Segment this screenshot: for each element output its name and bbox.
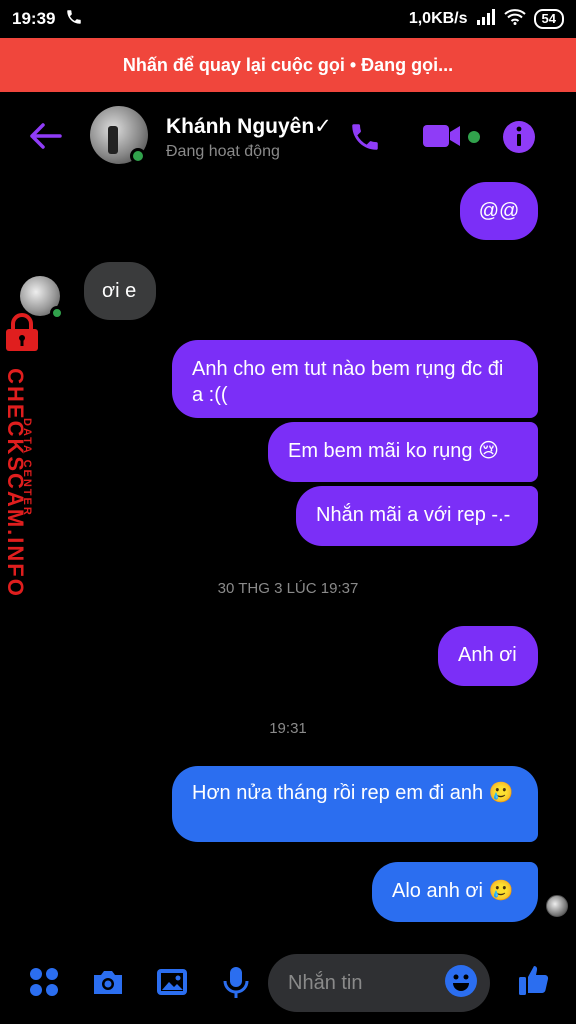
seen-avatar (546, 895, 568, 917)
message-bubble-outgoing[interactable]: Alo anh ơi 🥲 (372, 862, 538, 922)
microphone-icon[interactable] (218, 964, 254, 1000)
watermark-lock-icon (6, 313, 38, 351)
battery-indicator: 54 (533, 9, 564, 29)
message-bubble-outgoing[interactable]: Hơn nửa tháng rồi rep em đi anh 🥲 (172, 766, 538, 842)
menu-grid-icon[interactable] (26, 964, 62, 1000)
contact-active-status: Đang hoạt động (166, 143, 280, 160)
watermark-subtext: DATA CENTER (21, 418, 33, 517)
timestamp-divider: 19:31 (269, 720, 307, 737)
call-banner-text: Nhấn để quay lại cuộc gọi • Đang gọi... (122, 54, 454, 75)
conversation-header: Khánh Nguyên✓ Đang hoạt động (0, 92, 576, 180)
message-bubble-incoming[interactable]: ơi e (84, 262, 156, 320)
video-active-dot (468, 131, 480, 143)
online-indicator (130, 148, 146, 164)
gallery-icon[interactable] (154, 964, 190, 1000)
back-arrow-icon[interactable] (28, 122, 62, 150)
phone-status-icon (65, 8, 83, 31)
network-speed: 1,0KB/s (408, 10, 468, 27)
message-bubble-outgoing[interactable]: @@ (460, 182, 538, 240)
wifi-icon (503, 8, 526, 30)
message-bubble-outgoing[interactable]: Anh cho em tut nào bem rụng đc đi a :(( (172, 340, 538, 418)
contact-name[interactable]: Khánh Nguyên✓ (166, 114, 332, 139)
message-bubble-outgoing[interactable]: Nhắn mãi a với rep -.- (296, 486, 538, 546)
emoji-icon[interactable] (444, 964, 478, 998)
camera-icon[interactable] (90, 964, 126, 1000)
timestamp-divider: 30 THG 3 LÚC 19:37 (217, 580, 359, 597)
video-call-icon[interactable] (422, 122, 462, 150)
return-to-call-banner[interactable]: Nhấn để quay lại cuộc gọi • Đang gọi... (0, 38, 576, 92)
signal-icon (476, 8, 496, 30)
message-bubble-outgoing[interactable]: Anh ơi (438, 626, 538, 686)
status-time: 19:39 (12, 9, 56, 28)
like-thumb-icon[interactable] (516, 962, 552, 998)
info-icon[interactable] (502, 120, 536, 154)
status-bar: 19:39 1,0KB/s 54 (0, 0, 576, 38)
message-bubble-outgoing[interactable]: Em bem mãi ko rụng 😢 (268, 422, 538, 482)
voice-call-icon[interactable] (348, 120, 382, 154)
online-indicator-small (50, 306, 64, 320)
